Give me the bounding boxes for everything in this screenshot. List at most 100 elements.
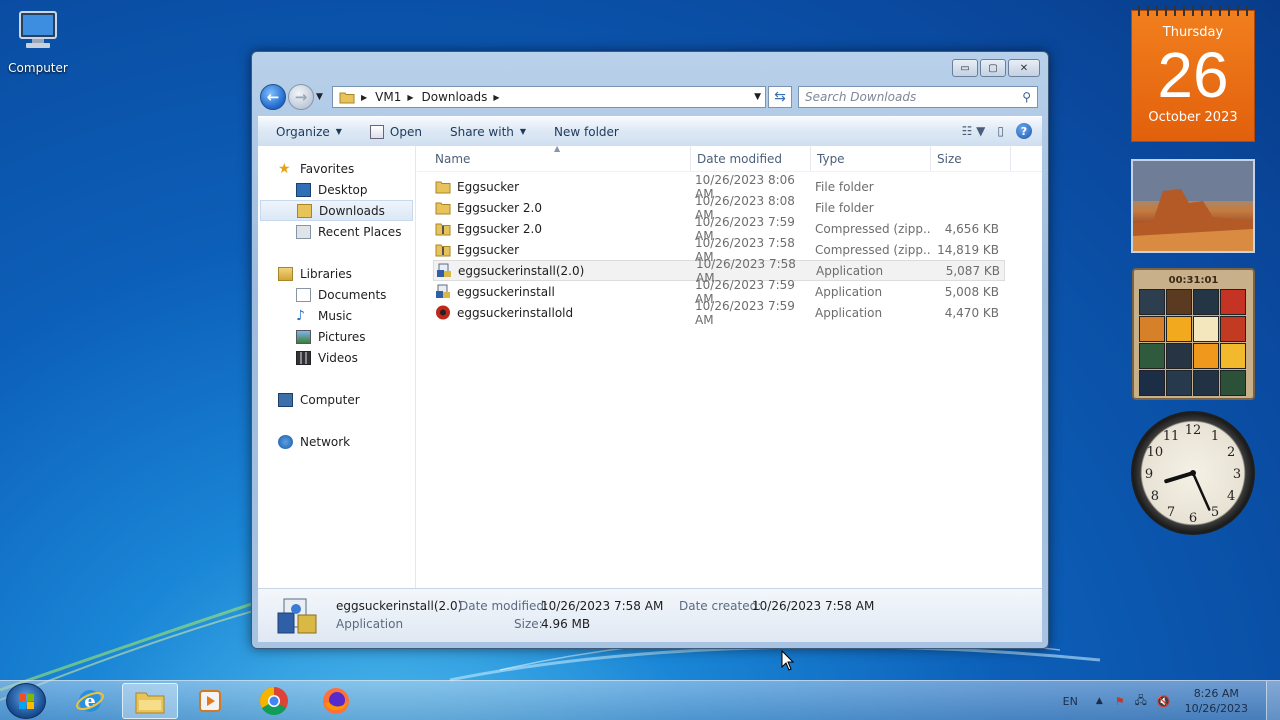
nav-downloads[interactable]: Downloads <box>260 200 413 221</box>
puzzle-tile[interactable] <box>1139 289 1165 315</box>
column-type[interactable]: Type <box>811 146 931 171</box>
details-date-modified-label: Date modified: <box>459 599 549 613</box>
organize-button[interactable]: Organize ▼ <box>276 125 342 139</box>
open-label: Open <box>389 124 422 139</box>
recent-places-icon <box>296 224 311 239</box>
libraries-icon <box>278 266 293 281</box>
clock-gadget[interactable]: 1 2 3 4 5 6 7 8 9 10 11 12 <box>1131 411 1255 535</box>
column-size[interactable]: Size <box>931 146 1011 171</box>
breadcrumb-vm1[interactable]: VM1 <box>375 90 401 104</box>
nav-documents[interactable]: Documents <box>258 284 415 305</box>
puzzle-tile[interactable] <box>1139 343 1165 369</box>
taskbar: e EN ▲ ⚑ 🖧 🔇 8:26 AM 10/26/2023 <box>0 680 1280 720</box>
nav-music[interactable]: ♪ Music <box>258 305 415 326</box>
nav-videos-label: Videos <box>318 350 358 365</box>
refresh-button[interactable]: ⇆ <box>768 86 792 108</box>
puzzle-tile[interactable] <box>1166 343 1192 369</box>
documents-icon <box>296 287 311 302</box>
clock-numeral: 9 <box>1145 467 1153 482</box>
search-input[interactable]: Search Downloads ⚲ <box>798 86 1038 108</box>
help-icon[interactable]: ? <box>1016 123 1032 139</box>
show-desktop-button[interactable] <box>1266 681 1280 720</box>
maximize-button[interactable]: ▢ <box>980 59 1006 77</box>
nav-recent-places[interactable]: Recent Places <box>258 221 415 242</box>
file-name-cell: Eggsucker 2.0 <box>433 221 691 236</box>
open-button[interactable]: Open <box>369 124 422 139</box>
file-name-cell: Eggsucker <box>433 179 691 194</box>
puzzle-tile[interactable] <box>1193 289 1219 315</box>
taskbar-clock[interactable]: 8:26 AM 10/26/2023 <box>1185 686 1248 716</box>
picture-puzzle-gadget[interactable]: 00:31:01 <box>1132 268 1255 400</box>
puzzle-tile[interactable] <box>1193 370 1219 396</box>
language-indicator[interactable]: EN <box>1063 695 1078 708</box>
file-name: Eggsucker 2.0 <box>457 221 543 236</box>
minimize-button[interactable]: ▭ <box>952 59 978 77</box>
taskbar-internet-explorer[interactable]: e <box>62 683 118 719</box>
taskbar-media-player[interactable] <box>182 683 238 719</box>
show-hidden-icons-icon[interactable]: ▲ <box>1096 696 1103 706</box>
file-size: 14,819 KB <box>937 242 999 257</box>
column-date-modified[interactable]: Date modified <box>691 146 811 171</box>
zip-icon <box>435 242 451 257</box>
new-folder-label: New folder <box>554 124 619 139</box>
nav-music-label: Music <box>318 308 353 323</box>
start-button[interactable] <box>6 683 46 719</box>
taskbar-firefox[interactable] <box>308 683 364 719</box>
puzzle-tile[interactable] <box>1220 343 1246 369</box>
slideshow-gadget[interactable] <box>1131 159 1255 253</box>
puzzle-tile[interactable] <box>1139 370 1165 396</box>
puzzle-tile[interactable] <box>1193 343 1219 369</box>
nav-pictures-label: Pictures <box>318 329 366 344</box>
puzzle-tile[interactable] <box>1166 316 1192 342</box>
new-folder-button[interactable]: New folder <box>554 125 619 139</box>
computer-icon <box>19 11 57 48</box>
recent-pages-dropdown[interactable]: ▼ <box>316 92 328 102</box>
chrome-icon <box>260 687 288 715</box>
share-with-button[interactable]: Share with ▼ <box>450 125 526 139</box>
nav-pictures[interactable]: Pictures <box>258 326 415 347</box>
desert-photo <box>1133 161 1253 251</box>
nav-videos[interactable]: Videos <box>258 347 415 368</box>
puzzle-tile[interactable] <box>1220 289 1246 315</box>
nav-favorites[interactable]: ★ Favorites <box>258 158 415 179</box>
nav-network[interactable]: Network <box>258 431 415 452</box>
folder-icon <box>435 179 451 194</box>
forward-button[interactable]: → <box>288 84 314 110</box>
nav-computer[interactable]: Computer <box>258 389 415 410</box>
nav-desktop[interactable]: Desktop <box>258 179 415 200</box>
view-options-icon[interactable]: ☷ ▼ <box>962 124 986 138</box>
action-center-icon[interactable]: ⚑ <box>1115 695 1125 708</box>
puzzle-tile[interactable] <box>1166 289 1192 315</box>
file-list-pane: ▲ Name Date modified Type Size Eggsucker… <box>417 144 1042 588</box>
clock-numeral: 11 <box>1163 429 1180 444</box>
puzzle-tile[interactable] <box>1220 316 1246 342</box>
file-name-cell: Eggsucker <box>433 242 691 257</box>
minute-hand <box>1191 471 1211 511</box>
taskbar-chrome[interactable] <box>246 683 302 719</box>
address-dropdown-icon[interactable]: ▼ <box>754 92 761 102</box>
volume-muted-icon[interactable]: 🔇 <box>1157 695 1171 708</box>
puzzle-tile[interactable] <box>1220 370 1246 396</box>
address-bar[interactable]: ▶ VM1 ▶ Downloads ▶ ▼ <box>332 86 766 108</box>
explorer-content: ★ Favorites Desktop Downloads Recent Pla… <box>258 144 1042 588</box>
taskbar-file-explorer[interactable] <box>122 683 178 719</box>
calendar-gadget[interactable]: Thursday 26 October 2023 <box>1131 6 1255 142</box>
breadcrumb-downloads[interactable]: Downloads <box>422 90 488 104</box>
back-button[interactable]: ← <box>260 84 286 110</box>
puzzle-tile[interactable] <box>1166 370 1192 396</box>
file-row[interactable]: eggsuckerinstallold 10/26/2023 7:59 AM App… <box>433 299 1005 327</box>
puzzle-tile[interactable] <box>1139 316 1165 342</box>
desktop-computer-icon[interactable]: Computer <box>6 8 70 75</box>
star-icon: ★ <box>278 160 291 177</box>
installer-icon <box>436 263 452 278</box>
details-file-type: Application <box>336 617 404 631</box>
puzzle-tile[interactable] <box>1193 316 1219 342</box>
network-status-icon[interactable]: 🖧 <box>1135 692 1147 711</box>
close-button[interactable]: ✕ <box>1008 59 1040 77</box>
file-name-cell: Eggsucker 2.0 <box>433 200 691 215</box>
chevron-down-icon: ▼ <box>335 127 342 136</box>
nav-libraries[interactable]: Libraries <box>258 263 415 284</box>
file-size: 4,656 KB <box>944 221 999 236</box>
clock-numeral: 6 <box>1189 511 1197 526</box>
preview-pane-icon[interactable]: ▯ <box>997 124 1004 138</box>
